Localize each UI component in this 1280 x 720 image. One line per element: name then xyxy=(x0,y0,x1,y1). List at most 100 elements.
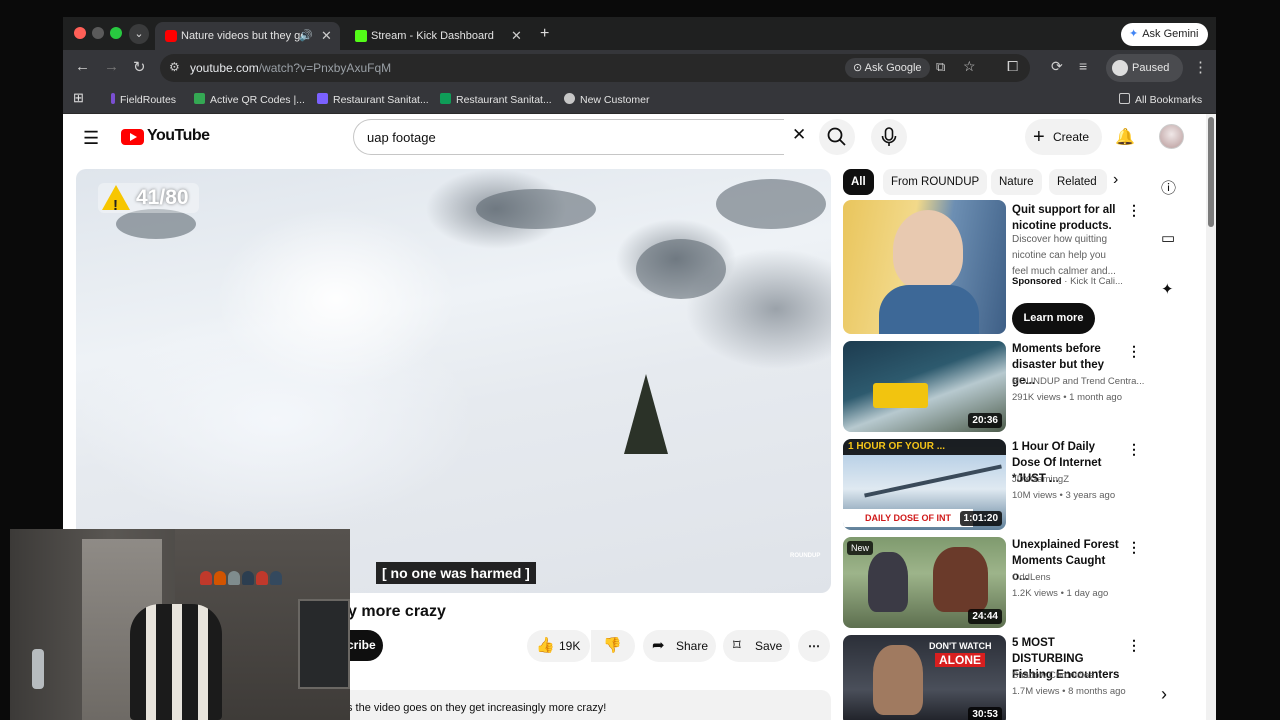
search-button[interactable] xyxy=(819,119,855,155)
bookmark-restaurant-2[interactable]: Restaurant Sanitat... xyxy=(440,93,552,106)
speaker-icon[interactable]: 🔊 xyxy=(299,29,313,42)
voice-search-button[interactable] xyxy=(871,119,907,155)
chevron-right-icon[interactable]: › xyxy=(1113,171,1118,189)
channel-name[interactable]: ROUNDUP and Trend Centra... xyxy=(1012,376,1144,387)
url-path: /watch?v=PnxbyAxuFqM xyxy=(258,61,392,75)
bookmark-label: Restaurant Sanitat... xyxy=(333,94,429,106)
minimize-window-button[interactable] xyxy=(92,27,104,39)
bookmark-fieldroutes[interactable]: FieldRoutes xyxy=(111,93,176,106)
bookmark-label: Active QR Codes |... xyxy=(210,94,305,106)
forward-arrow-icon[interactable]: → xyxy=(104,58,119,75)
menu-hamburger-icon[interactable]: ☰ xyxy=(83,128,99,149)
more-actions-button[interactable]: ⋯ xyxy=(798,630,830,662)
close-tab-icon[interactable]: ✕ xyxy=(511,28,522,44)
tab-search-chevron-icon[interactable]: ⌄ xyxy=(129,24,149,44)
extensions-icon[interactable]: ⧠ xyxy=(1007,58,1018,75)
search-input[interactable]: uap footage ✕ xyxy=(353,119,806,155)
channel-name[interactable]: JDXGamingZ xyxy=(1012,474,1069,485)
site-info-icon[interactable]: ⚙ xyxy=(169,60,180,74)
reload-icon[interactable]: ↻ xyxy=(133,58,146,76)
webcam-hat-shelf xyxy=(200,571,290,591)
sparkle-icon[interactable]: ✦ xyxy=(1161,280,1174,298)
address-bar[interactable]: ⚙ youtube.com/watch?v=PnxbyAxuFqM ⊙ Ask … xyxy=(160,54,1030,82)
thumbnail-bus xyxy=(873,383,928,408)
channel-name[interactable]: OddLens xyxy=(1012,572,1051,583)
dislike-button[interactable]: 👎 xyxy=(591,630,635,662)
clear-search-icon[interactable]: ✕ xyxy=(792,125,806,145)
tab-strip: ⌄ Nature videos but they ge 🔊 ✕ Stream -… xyxy=(63,17,1216,50)
close-window-button[interactable] xyxy=(74,27,86,39)
webcam-hat xyxy=(270,571,282,585)
mountain-rock xyxy=(716,179,826,229)
description-box[interactable]: s the video goes on they get increasingl… xyxy=(323,690,831,720)
search-icon xyxy=(827,127,846,146)
back-arrow-icon[interactable]: ← xyxy=(75,58,90,75)
video-thumbnail[interactable]: New 24:44 xyxy=(843,537,1006,628)
all-bookmarks-button[interactable]: All Bookmarks xyxy=(1119,93,1202,106)
thumbnail-text-top: DON'T WATCH xyxy=(929,641,992,651)
bookmark-restaurant-1[interactable]: Restaurant Sanitat... xyxy=(317,93,429,106)
account-avatar[interactable] xyxy=(1159,124,1184,149)
chip-all[interactable]: All xyxy=(843,169,874,195)
chip-related[interactable]: Related xyxy=(1049,169,1107,195)
more-vertical-icon[interactable]: ⋮ xyxy=(1127,202,1141,219)
chip-from-roundup[interactable]: From ROUNDUP xyxy=(883,169,988,195)
share-button[interactable]: ➦ Share xyxy=(643,630,716,662)
ad-thumbnail[interactable] xyxy=(843,200,1006,334)
notifications-bell-icon[interactable]: 🔔 xyxy=(1115,127,1135,147)
apps-grid-icon[interactable]: ⊞ xyxy=(73,90,84,106)
bookmark-new-customer[interactable]: New Customer xyxy=(564,93,649,106)
like-button[interactable]: 👍 19K xyxy=(527,630,590,662)
tab-title: Stream - Kick Dashboard xyxy=(371,30,494,42)
install-app-icon[interactable]: ⧉ xyxy=(936,59,945,75)
bookmark-active-qr[interactable]: Active QR Codes |... xyxy=(194,93,305,106)
channel-name[interactable]: Shadow Chronicles xyxy=(1012,670,1094,681)
video-thumbnail[interactable]: 20:36 xyxy=(843,341,1006,432)
chat-icon[interactable]: ▭ xyxy=(1161,229,1175,247)
ask-gemini-button[interactable]: ✦ Ask Gemini xyxy=(1121,23,1209,46)
more-vertical-icon[interactable]: ⋮ xyxy=(1127,637,1141,654)
ad-sponsored-line: Sponsored · Kick It Cali... xyxy=(1012,276,1123,287)
more-vertical-icon[interactable]: ⋮ xyxy=(1127,539,1141,556)
bookmark-save-icon: ⌑ xyxy=(733,637,741,654)
profile-paused-button[interactable]: Paused xyxy=(1106,54,1183,82)
info-icon[interactable]: ⓘ xyxy=(1161,177,1176,198)
chip-nature[interactable]: Nature xyxy=(991,169,1042,195)
sponsored-label: Sponsored xyxy=(1012,276,1062,287)
description-text: s the video goes on they get increasingl… xyxy=(347,702,607,714)
kick-favicon-icon xyxy=(355,30,367,42)
gemini-sparkle-icon: ✦ xyxy=(1129,28,1139,40)
like-count: 19K xyxy=(559,639,581,653)
save-label: Save xyxy=(755,639,783,653)
tab-kick-dashboard[interactable]: Stream - Kick Dashboard ✕ xyxy=(345,22,530,50)
close-tab-icon[interactable]: ✕ xyxy=(321,28,332,44)
webcam-bottle xyxy=(32,649,44,689)
mountain-rock xyxy=(476,189,596,229)
more-vertical-icon[interactable]: ⋮ xyxy=(1127,441,1141,458)
page-scrollbar[interactable] xyxy=(1206,114,1216,720)
url-host: youtube.com xyxy=(190,61,259,75)
more-vertical-icon[interactable]: ⋮ xyxy=(1127,343,1141,360)
more-menu-icon[interactable]: ⋮ xyxy=(1193,58,1208,76)
save-button[interactable]: ⌑ Save xyxy=(723,630,790,662)
create-button[interactable]: + Create xyxy=(1025,119,1102,155)
bookmark-star-icon[interactable]: ☆ xyxy=(963,58,976,75)
maximize-window-button[interactable] xyxy=(110,27,122,39)
video-meta: 1.2K views • 1 day ago xyxy=(1012,588,1109,599)
video-thumbnail[interactable]: 1 HOUR OF YOUR ... DAILY DOSE OF INT 1:0… xyxy=(843,439,1006,530)
video-thumbnail[interactable]: DON'T WATCH ALONE 30:53 xyxy=(843,635,1006,720)
sync-icon[interactable]: ⟳ xyxy=(1051,58,1063,75)
warning-icon xyxy=(102,185,130,221)
tab-youtube[interactable]: Nature videos but they ge 🔊 ✕ xyxy=(155,22,340,50)
scrollbar-thumb[interactable] xyxy=(1208,117,1214,227)
reading-list-icon[interactable]: ≡ xyxy=(1079,58,1087,74)
advertiser-name: Kick It Cali... xyxy=(1070,276,1123,287)
bookmark-label: Restaurant Sanitat... xyxy=(456,94,552,106)
ask-google-button[interactable]: ⊙ Ask Google xyxy=(845,58,930,78)
search-query-text: uap footage xyxy=(367,130,436,145)
new-badge: New xyxy=(847,541,874,555)
new-tab-icon[interactable]: + xyxy=(540,25,549,43)
chevron-right-icon[interactable]: › xyxy=(1161,684,1167,705)
counter-text: 41/80 xyxy=(136,186,189,209)
learn-more-button[interactable]: Learn more xyxy=(1012,303,1095,334)
